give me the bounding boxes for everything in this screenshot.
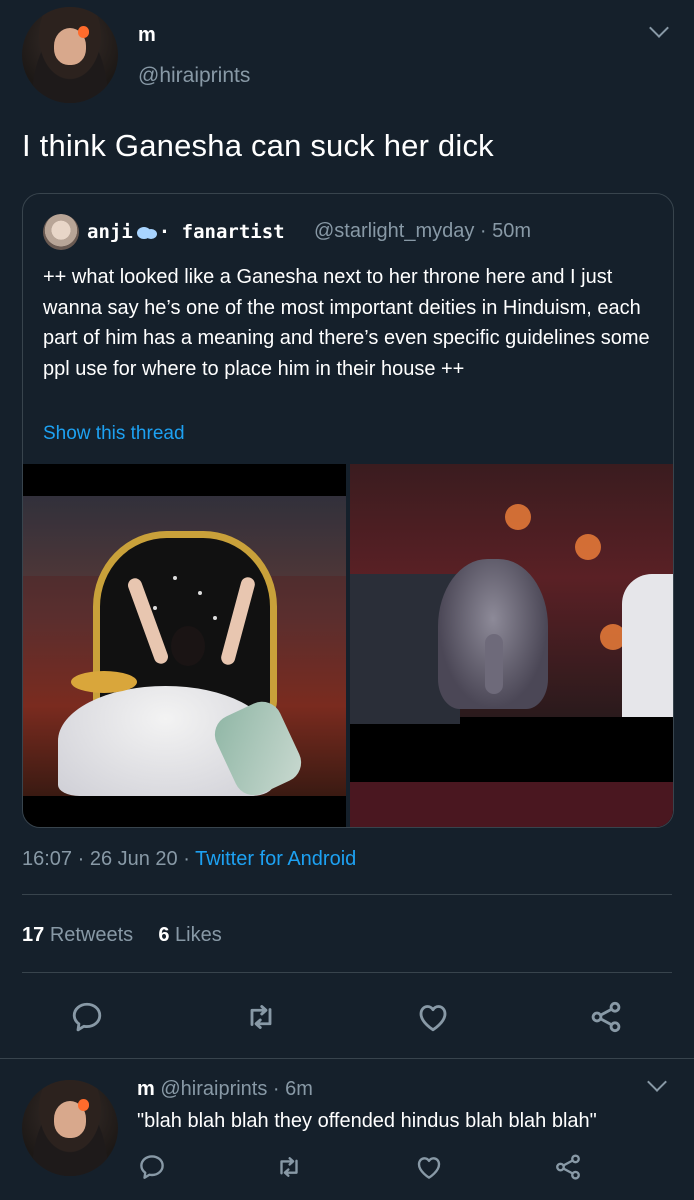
quoted-name: anji [87, 221, 133, 243]
retweets-count[interactable]: 17 [22, 924, 44, 946]
reply-retweet-button[interactable] [274, 1152, 304, 1182]
retweets-label[interactable]: Retweets [50, 924, 133, 946]
quoted-display-name[interactable]: anji · fanartist [87, 221, 285, 243]
reply-icon [140, 1155, 164, 1179]
lamp-glow [505, 504, 531, 530]
like-icon [419, 1005, 447, 1032]
throne-dot [173, 576, 177, 580]
cloud-emoji-icon [135, 225, 157, 239]
reply-header[interactable]: m @hiraiprints · 6m [137, 1078, 313, 1101]
figure-head [171, 626, 205, 666]
author-avatar[interactable] [22, 7, 118, 103]
throne-dot [153, 606, 157, 610]
quoted-avatar[interactable] [43, 214, 79, 250]
chevron-down-icon[interactable] [647, 1072, 667, 1092]
image-bottom-bar [350, 782, 673, 827]
reply-reply-button[interactable] [137, 1152, 167, 1182]
quoted-text: ++ what looked like a Ganesha next to he… [43, 266, 650, 380]
likes-label[interactable]: Likes [175, 924, 222, 946]
tweet-text: I think Ganesha can suck her dick [22, 128, 494, 163]
throne-dot [198, 591, 202, 595]
reply-text: "blah blah blah they offended hindus bla… [137, 1110, 597, 1132]
ganesha-scene [350, 464, 673, 724]
share-icon [591, 1001, 621, 1033]
share-button[interactable] [588, 999, 624, 1035]
reply-like-button[interactable] [414, 1152, 444, 1182]
section-divider [0, 1058, 694, 1059]
chevron-down-icon[interactable] [649, 18, 669, 38]
show-thread-link[interactable]: Show this thread [43, 423, 185, 445]
throne-scene [23, 496, 346, 802]
timestamp-text: 16:07 · 26 Jun 20 · [22, 848, 196, 870]
author-name[interactable]: m [138, 24, 156, 47]
divider [22, 894, 672, 895]
source-link[interactable]: Twitter for Android [195, 848, 356, 870]
like-icon [417, 1157, 441, 1179]
likes-count[interactable]: 6 [158, 924, 169, 946]
ganesha-trunk [485, 634, 503, 694]
share-icon [556, 1154, 580, 1180]
reply-icon [72, 1002, 102, 1032]
retweet-icon [250, 1005, 272, 1029]
reply-button[interactable] [69, 999, 105, 1035]
divider [22, 972, 672, 973]
quoted-handle-time: @starlight_myday · 50m [314, 220, 532, 242]
golden-lamp [71, 671, 137, 693]
reply-meta: @hiraiprints · 6m [154, 1078, 313, 1100]
reply-author-avatar[interactable] [22, 1080, 118, 1176]
retweet-icon [280, 1157, 298, 1177]
quoted-name-suffix: · fanartist [158, 221, 285, 243]
throne-dot [213, 616, 217, 620]
reply-share-button[interactable] [553, 1152, 583, 1182]
retweet-button[interactable] [243, 999, 279, 1035]
avatar-flower [77, 26, 90, 38]
author-handle[interactable]: @hiraiprints [138, 64, 250, 88]
reply-author-name: m [137, 1078, 155, 1100]
tweet-stats: 17 Retweets 6 Likes [22, 924, 222, 947]
quoted-tweet[interactable]: anji · fanartist @starlight_myday · 50m +… [22, 193, 674, 828]
white-dress [622, 574, 673, 717]
like-button[interactable] [415, 999, 451, 1035]
lamp-glow [575, 534, 601, 560]
media-image-ganesha[interactable] [350, 464, 673, 827]
tweet-timestamp: 16:07 · 26 Jun 20 · Twitter for Android [22, 848, 356, 871]
media-image-throne[interactable] [23, 464, 346, 827]
avatar-flower [77, 1099, 90, 1111]
